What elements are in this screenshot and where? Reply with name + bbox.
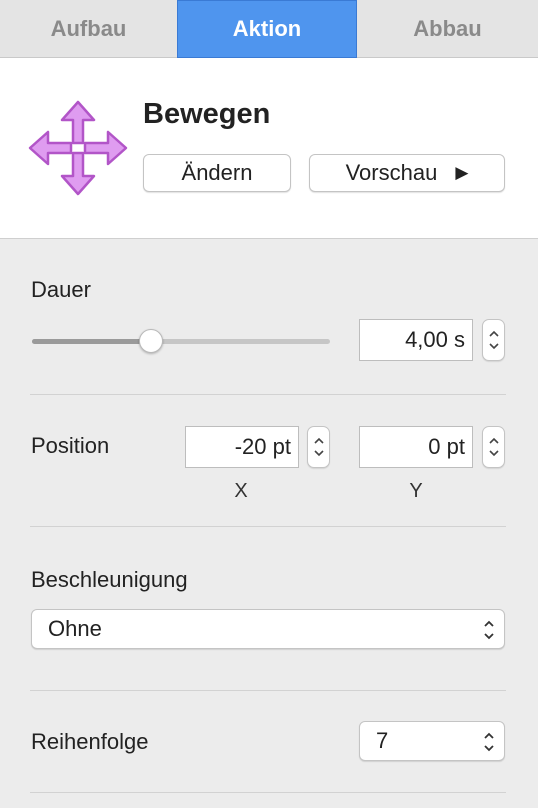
preview-button-label: Vorschau [345,160,438,185]
preview-button[interactable]: Vorschau ▶ [309,154,505,192]
effect-title: Bewegen [143,98,271,130]
duration-slider-fill [32,339,152,344]
position-x-field[interactable]: -20 pt [185,426,299,468]
popup-arrows-icon [484,732,494,752]
effect-header: Bewegen Ändern Vorschau ▶ [0,58,538,239]
stepper-arrows-icon [314,437,324,457]
duration-label: Dauer [31,277,91,302]
divider [30,792,506,793]
order-value: 7 [376,728,389,753]
position-x-value: -20 pt [234,434,291,459]
position-y-field[interactable]: 0 pt [359,426,473,468]
position-y-value: 0 pt [428,434,465,459]
order-popup[interactable]: 7 [359,721,505,761]
move-arrows-icon [28,100,128,196]
duration-slider-track[interactable] [32,339,330,344]
stepper-arrows-icon [489,437,499,457]
position-y-stepper[interactable] [482,426,505,468]
play-icon: ▶ [455,163,469,182]
duration-field[interactable]: 4,00 s [359,319,473,361]
position-x-label: X [234,480,248,502]
stepper-arrows-icon [489,330,499,350]
tab-aufbau[interactable]: Aufbau [0,0,177,58]
tab-bar: Aufbau Aktion Abbau [0,0,538,58]
divider [30,526,506,527]
tab-aktion[interactable]: Aktion [177,0,357,58]
position-label: Position [31,433,110,458]
divider [30,690,506,691]
position-y-label: Y [409,480,423,502]
divider [30,394,506,395]
duration-value: 4,00 s [405,327,465,352]
duration-stepper[interactable] [482,319,505,361]
change-button-label: Ändern [181,160,253,185]
order-label: Reihenfolge [31,729,149,754]
tab-abbau[interactable]: Abbau [357,0,538,58]
popup-arrows-icon [484,620,494,640]
position-x-stepper[interactable] [307,426,330,468]
acceleration-label: Beschleunigung [31,567,188,592]
acceleration-popup[interactable]: Ohne [31,609,505,649]
change-button[interactable]: Ändern [143,154,291,192]
duration-slider-knob[interactable] [139,329,164,353]
acceleration-value: Ohne [48,616,102,641]
